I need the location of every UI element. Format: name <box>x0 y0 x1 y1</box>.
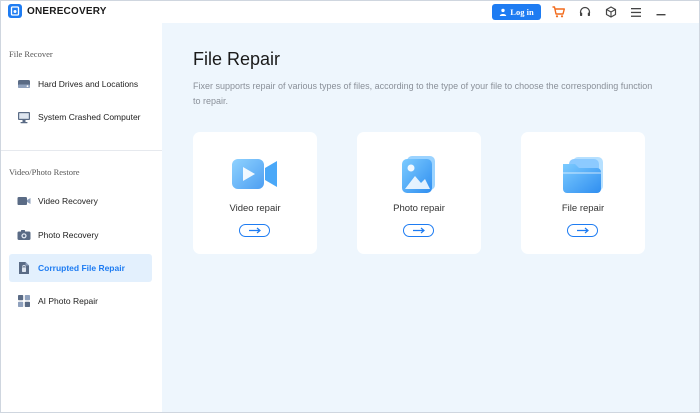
file-repair-card[interactable]: File repair <box>521 132 645 254</box>
photo-repair-label: Photo repair <box>393 203 445 214</box>
sidebar-item-photo-recovery[interactable]: Photo Recovery <box>9 221 152 249</box>
page-title: File Repair <box>193 49 281 69</box>
video-icon <box>17 194 31 208</box>
photo-repair-icon <box>393 154 445 196</box>
computer-icon <box>17 110 31 124</box>
sidebar-item-label: System Crashed Computer <box>38 112 141 122</box>
sidebar: File Recover Hard Drives and Locations S… <box>1 23 162 412</box>
camera-icon <box>17 228 31 242</box>
section-title-video-photo: Video/Photo Restore <box>9 167 80 177</box>
section-title-file-recover: File Recover <box>9 49 53 59</box>
user-icon <box>500 8 507 16</box>
video-repair-icon <box>229 154 281 196</box>
sidebar-item-corrupted-file-repair[interactable]: Corrupted File Repair <box>9 254 152 282</box>
photo-repair-card[interactable]: Photo repair <box>357 132 481 254</box>
brand-logo-icon <box>8 4 22 18</box>
file-repair-arrow-button[interactable] <box>567 224 598 237</box>
sidebar-item-video-recovery[interactable]: Video Recovery <box>9 187 152 215</box>
brand-name: ONERECOVERY <box>27 5 107 17</box>
arrow-right-icon <box>248 227 261 234</box>
sidebar-item-hard-drives[interactable]: Hard Drives and Locations <box>9 70 152 98</box>
file-repair-icon <box>17 261 31 275</box>
sidebar-item-system-crashed[interactable]: System Crashed Computer <box>9 103 152 131</box>
login-button[interactable]: Log in <box>492 4 541 20</box>
sidebar-item-ai-photo-repair[interactable]: AI Photo Repair <box>9 287 152 315</box>
login-label: Log in <box>510 7 534 17</box>
sidebar-item-label: Corrupted File Repair <box>38 263 125 273</box>
brand: ONERECOVERY <box>8 4 107 18</box>
page-description: Fixer supports repair of various types o… <box>193 81 653 106</box>
cube-icon[interactable] <box>603 4 619 20</box>
video-repair-arrow-button[interactable] <box>239 224 270 237</box>
ai-photo-icon <box>17 294 31 308</box>
video-repair-label: Video repair <box>229 203 281 214</box>
file-repair-icon <box>557 154 609 196</box>
photo-repair-arrow-button[interactable] <box>403 224 434 237</box>
minimize-icon[interactable] <box>653 4 669 20</box>
arrow-right-icon <box>412 227 425 234</box>
sidebar-item-label: Video Recovery <box>38 196 98 206</box>
menu-icon[interactable] <box>628 4 644 20</box>
sidebar-divider <box>1 150 162 151</box>
main-content: File Repair Fixer supports repair of var… <box>162 23 699 412</box>
headset-icon[interactable] <box>577 4 593 20</box>
file-repair-label: File repair <box>561 203 605 214</box>
hard-drive-icon <box>17 77 31 91</box>
app-window: ONERECOVERY Log in File Recover Hard Dri… <box>0 0 700 413</box>
video-repair-card[interactable]: Video repair <box>193 132 317 254</box>
cart-icon[interactable] <box>550 4 566 20</box>
sidebar-item-label: Hard Drives and Locations <box>38 79 139 89</box>
sidebar-item-label: AI Photo Repair <box>38 296 99 306</box>
arrow-right-icon <box>576 227 589 234</box>
sidebar-item-label: Photo Recovery <box>38 230 99 240</box>
title-bar: ONERECOVERY Log in <box>1 1 699 23</box>
